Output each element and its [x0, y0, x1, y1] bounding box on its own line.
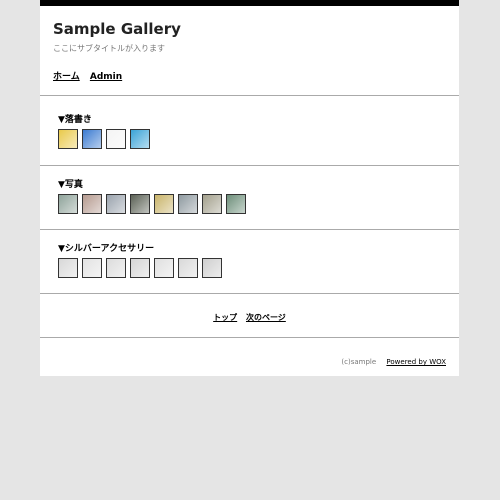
- page-container: Sample Gallery ここにサブタイトルが入ります ホーム Admin …: [40, 0, 459, 376]
- section-title: ▼落書き: [58, 115, 92, 125]
- thumbnail-image[interactable]: [106, 129, 126, 149]
- divider: [40, 229, 459, 230]
- thumbnail-image[interactable]: [82, 129, 102, 149]
- nav-admin-link[interactable]: Admin: [90, 72, 122, 82]
- thumbnail-image[interactable]: [202, 258, 222, 278]
- copyright-text: (c)sample: [341, 358, 377, 366]
- thumbnail-row: [58, 258, 222, 278]
- thumbnail-image[interactable]: [130, 129, 150, 149]
- section-title: ▼写真: [58, 180, 83, 190]
- thumbnail-image[interactable]: [154, 258, 174, 278]
- nav-home-link[interactable]: ホーム: [53, 72, 80, 82]
- thumbnail-image[interactable]: [154, 194, 174, 214]
- thumbnail-image[interactable]: [130, 194, 150, 214]
- section-photo: ▼写真: [58, 177, 246, 214]
- thumbnail-image[interactable]: [178, 194, 198, 214]
- footer: (c)sample Powered by WOX: [341, 358, 446, 366]
- thumbnail-image[interactable]: [202, 194, 222, 214]
- thumbnail-image[interactable]: [82, 194, 102, 214]
- divider: [40, 337, 459, 338]
- divider: [40, 165, 459, 166]
- pager-next-link[interactable]: 次のページ: [246, 313, 286, 322]
- thumbnail-row: [58, 129, 150, 149]
- thumbnail-image[interactable]: [106, 194, 126, 214]
- thumbnail-image[interactable]: [106, 258, 126, 278]
- thumbnail-image[interactable]: [58, 258, 78, 278]
- section-silver-accessory: ▼シルバーアクセサリー: [58, 241, 222, 278]
- thumbnail-image[interactable]: [178, 258, 198, 278]
- thumbnail-image[interactable]: [82, 258, 102, 278]
- thumbnail-image[interactable]: [130, 258, 150, 278]
- pager-top-link[interactable]: トップ: [213, 313, 237, 322]
- site-title[interactable]: Sample Gallery: [53, 20, 446, 38]
- site-subtitle: ここにサブタイトルが入ります: [53, 44, 165, 53]
- divider: [40, 95, 459, 96]
- pager: トップ 次のページ: [40, 312, 459, 323]
- section-rakugaki: ▼落書き: [58, 112, 150, 149]
- thumbnail-image[interactable]: [58, 194, 78, 214]
- nav: ホーム Admin: [53, 69, 446, 82]
- divider: [40, 293, 459, 294]
- powered-by-link[interactable]: Powered by WOX: [386, 358, 446, 366]
- header: Sample Gallery ここにサブタイトルが入ります ホーム Admin: [40, 6, 459, 82]
- thumbnail-row: [58, 194, 246, 214]
- section-title: ▼シルバーアクセサリー: [58, 244, 155, 254]
- thumbnail-image[interactable]: [58, 129, 78, 149]
- thumbnail-image[interactable]: [226, 194, 246, 214]
